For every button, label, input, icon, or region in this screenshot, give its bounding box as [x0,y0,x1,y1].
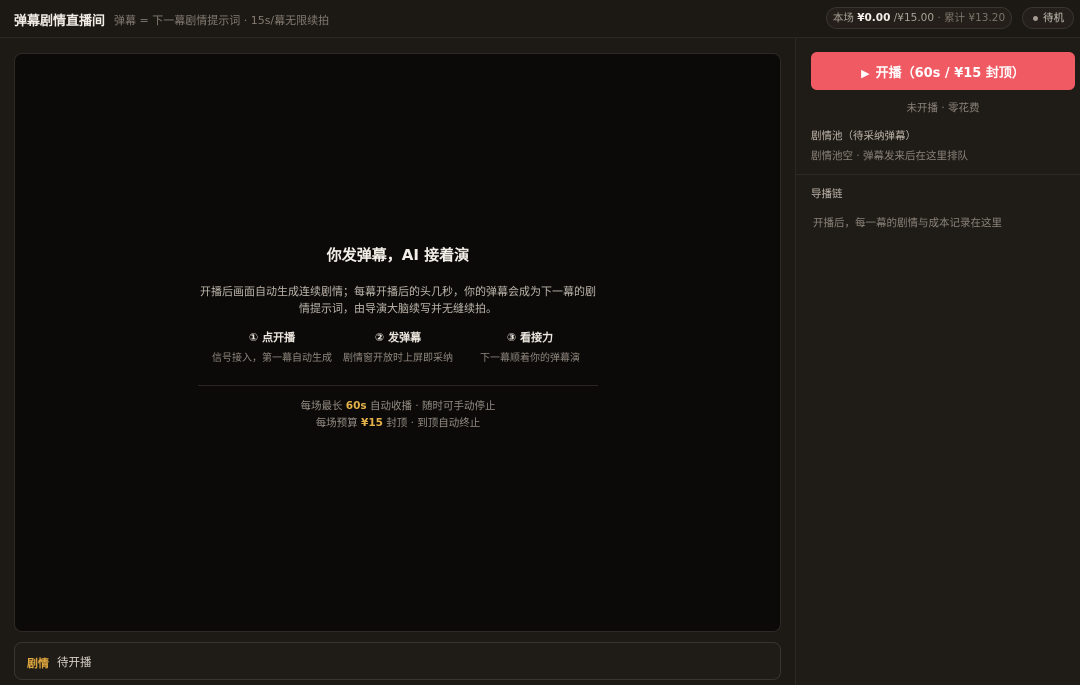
budget-limit-prefix: 每场预算 [315,417,358,429]
top-bar: 弹幕剧情直播间 弹幕 = 下一幕剧情提示词 · 15s/幕无限续拍 本场 ¥0.… [0,0,1080,38]
play-icon: ▶ [861,66,870,80]
step-title: ① 点开播 [248,331,296,344]
sidebar: ▶ 开播（60s / ¥15 封顶） 未开播 · 零花费 剧情池（待采纳弹幕） 剧… [795,38,1080,685]
status-badge: 待机 [1022,7,1074,29]
cost-current-label: 本场 [832,12,854,24]
duration-limit-value: 60s [345,400,367,412]
cost-total-value: ¥13.20 [968,12,1006,24]
cost-separator: · [937,12,941,24]
step-desc: 下一幕顺着你的弹幕演 [480,353,580,364]
step-desc: 信号接入，第一幕自动生成 [212,353,332,364]
app-subtitle: 弹幕 = 下一幕剧情提示词 · 15s/幕无限续拍 [114,14,330,27]
director-chain-title: 导播链 [811,188,843,200]
status-label: 待机 [1043,12,1064,24]
intro-footer: 每场最长 60s 自动收播 · 随时可手动停止 每场预算 ¥15 封顶 · 到顶… [198,398,598,432]
intro-body: 开播后画面自动生成连续剧情；每幕开播后的头几秒，你的弹幕会成为下一幕的剧情提示词… [200,285,596,315]
story-tag: 剧情 [27,657,49,670]
story-pool-title: 剧情池（待采纳弹幕） [811,130,916,142]
budget-limit-line: 每场预算 ¥15 封顶 · 到顶自动终止 [198,415,598,432]
step-item: ② 发弹幕 剧情窗开放时上屏即采纳 [338,329,458,367]
duration-limit-prefix: 每场最长 [300,400,343,412]
start-status: 未开播 · 零花费 [906,102,980,114]
steps-list: ① 点开播 信号接入，第一幕自动生成 ② 发弹幕 剧情窗开放时上屏即采纳 ③ 看… [198,329,598,385]
director-chain-empty: 开播后，每一幕的剧情与成本记录在这里 [813,217,1002,229]
start-button-label: 开播（60s / ¥15 封顶） [875,65,1025,81]
duration-limit-suffix: 自动收播 · 随时可手动停止 [370,400,496,412]
story-text: 待开播 [57,655,92,669]
intro-title: 你发弹幕，AI 接着演 [326,246,470,264]
intro-divider [198,385,598,386]
step-title: ③ 看接力 [506,331,554,344]
cost-budget: /¥15.00 [893,12,935,24]
status-dot-icon [1033,16,1038,21]
app-title: 弹幕剧情直播间 [14,14,106,29]
intro-panel: 你发弹幕，AI 接着演 开播后画面自动生成连续剧情；每幕开播后的头几秒，你的弹幕… [198,244,598,432]
story-pool-empty: 剧情池空 · 弹幕发来后在这里排队 [811,150,969,162]
budget-limit-value: ¥15 [361,417,383,429]
cost-current-value: ¥0.00 [857,12,891,24]
step-desc: 剧情窗开放时上屏即采纳 [343,353,453,364]
budget-limit-suffix: 封顶 · 到顶自动终止 [386,417,481,429]
video-stage: 你发弹幕，AI 接着演 开播后画面自动生成连续剧情；每幕开播后的头几秒，你的弹幕… [14,53,781,632]
step-item: ③ 看接力 下一幕顺着你的弹幕演 [470,329,590,367]
cost-total-label: 累计 [944,12,966,24]
sidebar-divider [796,174,1080,175]
start-broadcast-button[interactable]: ▶ 开播（60s / ¥15 封顶） [811,52,1075,90]
step-title: ② 发弹幕 [374,331,422,344]
duration-limit-line: 每场最长 60s 自动收播 · 随时可手动停止 [198,398,598,415]
step-item: ① 点开播 信号接入，第一幕自动生成 [212,329,332,367]
story-bar: 剧情 待开播 [14,642,781,680]
cost-indicator: 本场 ¥0.00 /¥15.00 · 累计 ¥13.20 [826,7,1012,29]
